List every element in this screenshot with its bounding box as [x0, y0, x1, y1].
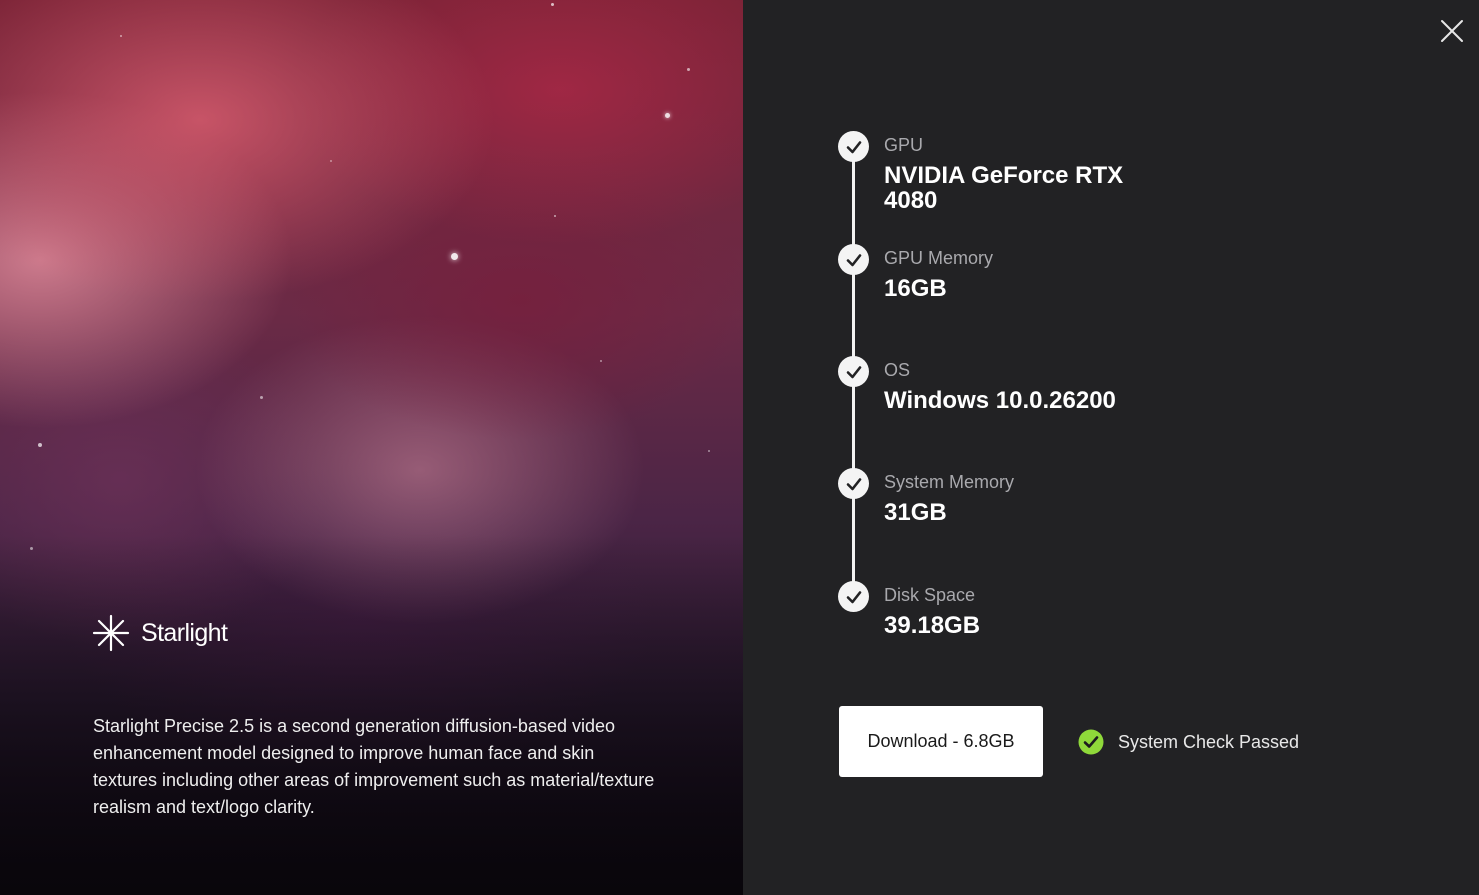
star-dot [260, 396, 263, 399]
check-value: 16GB [884, 275, 947, 302]
check-value: Windows 10.0.26200 [884, 387, 1116, 414]
starlight-download-dialog: Starlight Starlight Precise 2.5 is a sec… [0, 0, 1479, 895]
brand-name: Starlight [141, 618, 228, 647]
brand-logo: Starlight [92, 612, 228, 654]
check-value: 31GB [884, 499, 947, 526]
download-button[interactable]: Download - 6.8GB [839, 706, 1043, 777]
check-item-os: OS Windows 10.0.26200 [838, 356, 1358, 456]
check-item-gpu-memory: GPU Memory 16GB [838, 244, 1358, 344]
star-dot [330, 160, 332, 162]
check-label: GPU [884, 135, 924, 155]
star-dot [120, 35, 122, 37]
status-text: System Check Passed [1118, 731, 1300, 752]
check-value: NVIDIA GeForce RTX 4080 [884, 162, 1124, 214]
star-dot [38, 443, 42, 447]
check-icon [838, 356, 869, 387]
model-description: Starlight Precise 2.5 is a second genera… [93, 716, 655, 817]
star-dot [551, 3, 554, 6]
check-value: 39.18GB [884, 612, 981, 639]
check-circle-icon [1078, 729, 1104, 755]
check-item-gpu: GPU NVIDIA GeForce RTX 4080 [838, 131, 1358, 231]
star-dot [687, 68, 690, 71]
check-icon [838, 468, 869, 499]
star-dot [708, 450, 710, 452]
hero-nebula-image: Starlight Starlight Precise 2.5 is a sec… [0, 0, 743, 895]
check-item-disk-space: Disk Space 39.18GB [838, 581, 1358, 681]
check-label: System Memory [884, 472, 1015, 492]
close-button[interactable] [1437, 16, 1467, 46]
check-icon [838, 131, 869, 162]
star-dot [600, 360, 602, 362]
starburst-icon [92, 614, 130, 652]
close-icon [1441, 20, 1463, 42]
check-item-system-memory: System Memory 31GB [838, 468, 1358, 568]
star-dot [665, 113, 670, 118]
star-dot [554, 215, 556, 217]
check-label: GPU Memory [884, 248, 994, 268]
star-dot [451, 253, 458, 260]
check-label: Disk Space [884, 585, 976, 605]
system-check-list: GPU NVIDIA GeForce RTX 4080 GPU Memory 1… [838, 131, 1358, 651]
check-label: OS [884, 360, 911, 380]
system-check-status: System Check Passed [1078, 729, 1299, 755]
check-icon [838, 244, 869, 275]
check-icon [838, 581, 869, 612]
